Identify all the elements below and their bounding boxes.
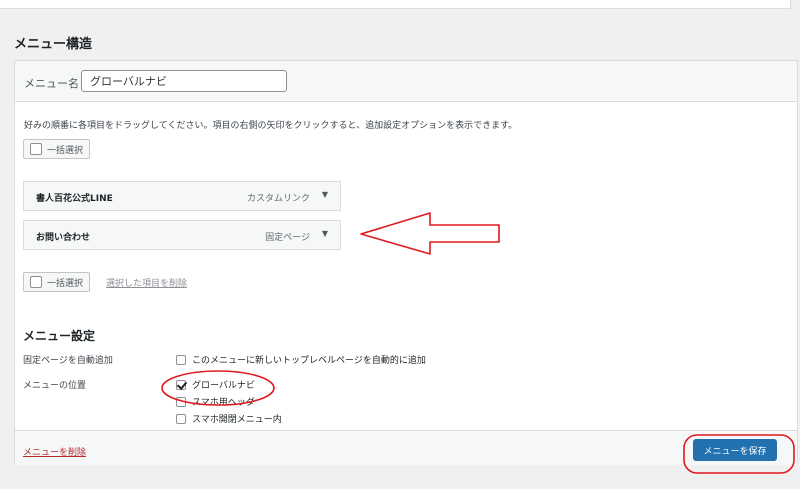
location-option-global-nav[interactable]: グローバルナビ (176, 378, 255, 391)
save-menu-button[interactable]: メニューを保存 (693, 439, 777, 461)
menu-name-label: メニュー名 (24, 77, 79, 90)
location-option-sp-header[interactable]: スマホ用ヘッダ (176, 395, 255, 408)
delete-selected-link[interactable]: 選択した項目を削除 (106, 276, 187, 289)
chevron-down-icon[interactable]: ▼ (322, 229, 328, 238)
location-checkbox-sp-menu[interactable] (176, 413, 186, 424)
menu-settings-title: メニュー設定 (23, 329, 96, 343)
location-option-label: グローバルナビ (192, 381, 255, 391)
location-checkbox-sp-header[interactable] (176, 396, 186, 407)
menu-item[interactable]: 書人百花公式LINE カスタムリンク ▼ (23, 181, 341, 211)
auto-add-option-label: このメニューに新しいトップレベルページを自動的に追加 (192, 356, 426, 366)
auto-add-label: 固定ページを自動追加 (23, 356, 113, 366)
delete-menu-link[interactable]: メニューを削除 (23, 445, 86, 458)
location-option-label: スマホ開閉メニュー内 (192, 415, 282, 425)
menu-item-type: 固定ページ (265, 233, 310, 243)
menu-location-label: メニューの位置 (23, 381, 87, 391)
menu-footer (15, 430, 797, 465)
bulk-select-checkbox[interactable] (30, 143, 42, 155)
section-title: メニュー構造 (14, 37, 93, 52)
location-option-label: スマホ用ヘッダ (192, 398, 255, 408)
location-checkbox-global-nav[interactable] (176, 379, 186, 390)
menu-header: メニュー名 (15, 61, 797, 102)
bulk-select-label: 一括選択 (47, 278, 84, 289)
top-panel (0, 0, 791, 9)
auto-add-option[interactable]: このメニューに新しいトップレベルページを自動的に追加 (176, 353, 426, 366)
menu-item-title: お問い合わせ (36, 233, 91, 243)
menu-name-input[interactable] (81, 70, 287, 92)
menu-structure-box: メニュー名 好みの順番に各項目をドラッグしてください。項目の右側の矢印をクリック… (14, 60, 798, 465)
menu-item-title: 書人百花公式LINE (36, 194, 113, 204)
bulk-select-checkbox[interactable] (30, 276, 42, 288)
chevron-down-icon[interactable]: ▼ (322, 190, 328, 199)
menu-item-type: カスタムリンク (246, 194, 310, 204)
bulk-select-label: 一括選択 (47, 145, 84, 156)
bulk-select-top[interactable]: 一括選択 (23, 139, 91, 159)
menu-item[interactable]: お問い合わせ 固定ページ ▼ (23, 220, 341, 250)
bulk-select-bottom[interactable]: 一括選択 (23, 272, 91, 292)
location-option-sp-menu[interactable]: スマホ開閉メニュー内 (176, 412, 282, 425)
auto-add-checkbox[interactable] (176, 354, 186, 365)
instructions-text: 好みの順番に各項目をドラッグしてください。項目の右側の矢印をクリックすると、追加… (24, 121, 518, 131)
